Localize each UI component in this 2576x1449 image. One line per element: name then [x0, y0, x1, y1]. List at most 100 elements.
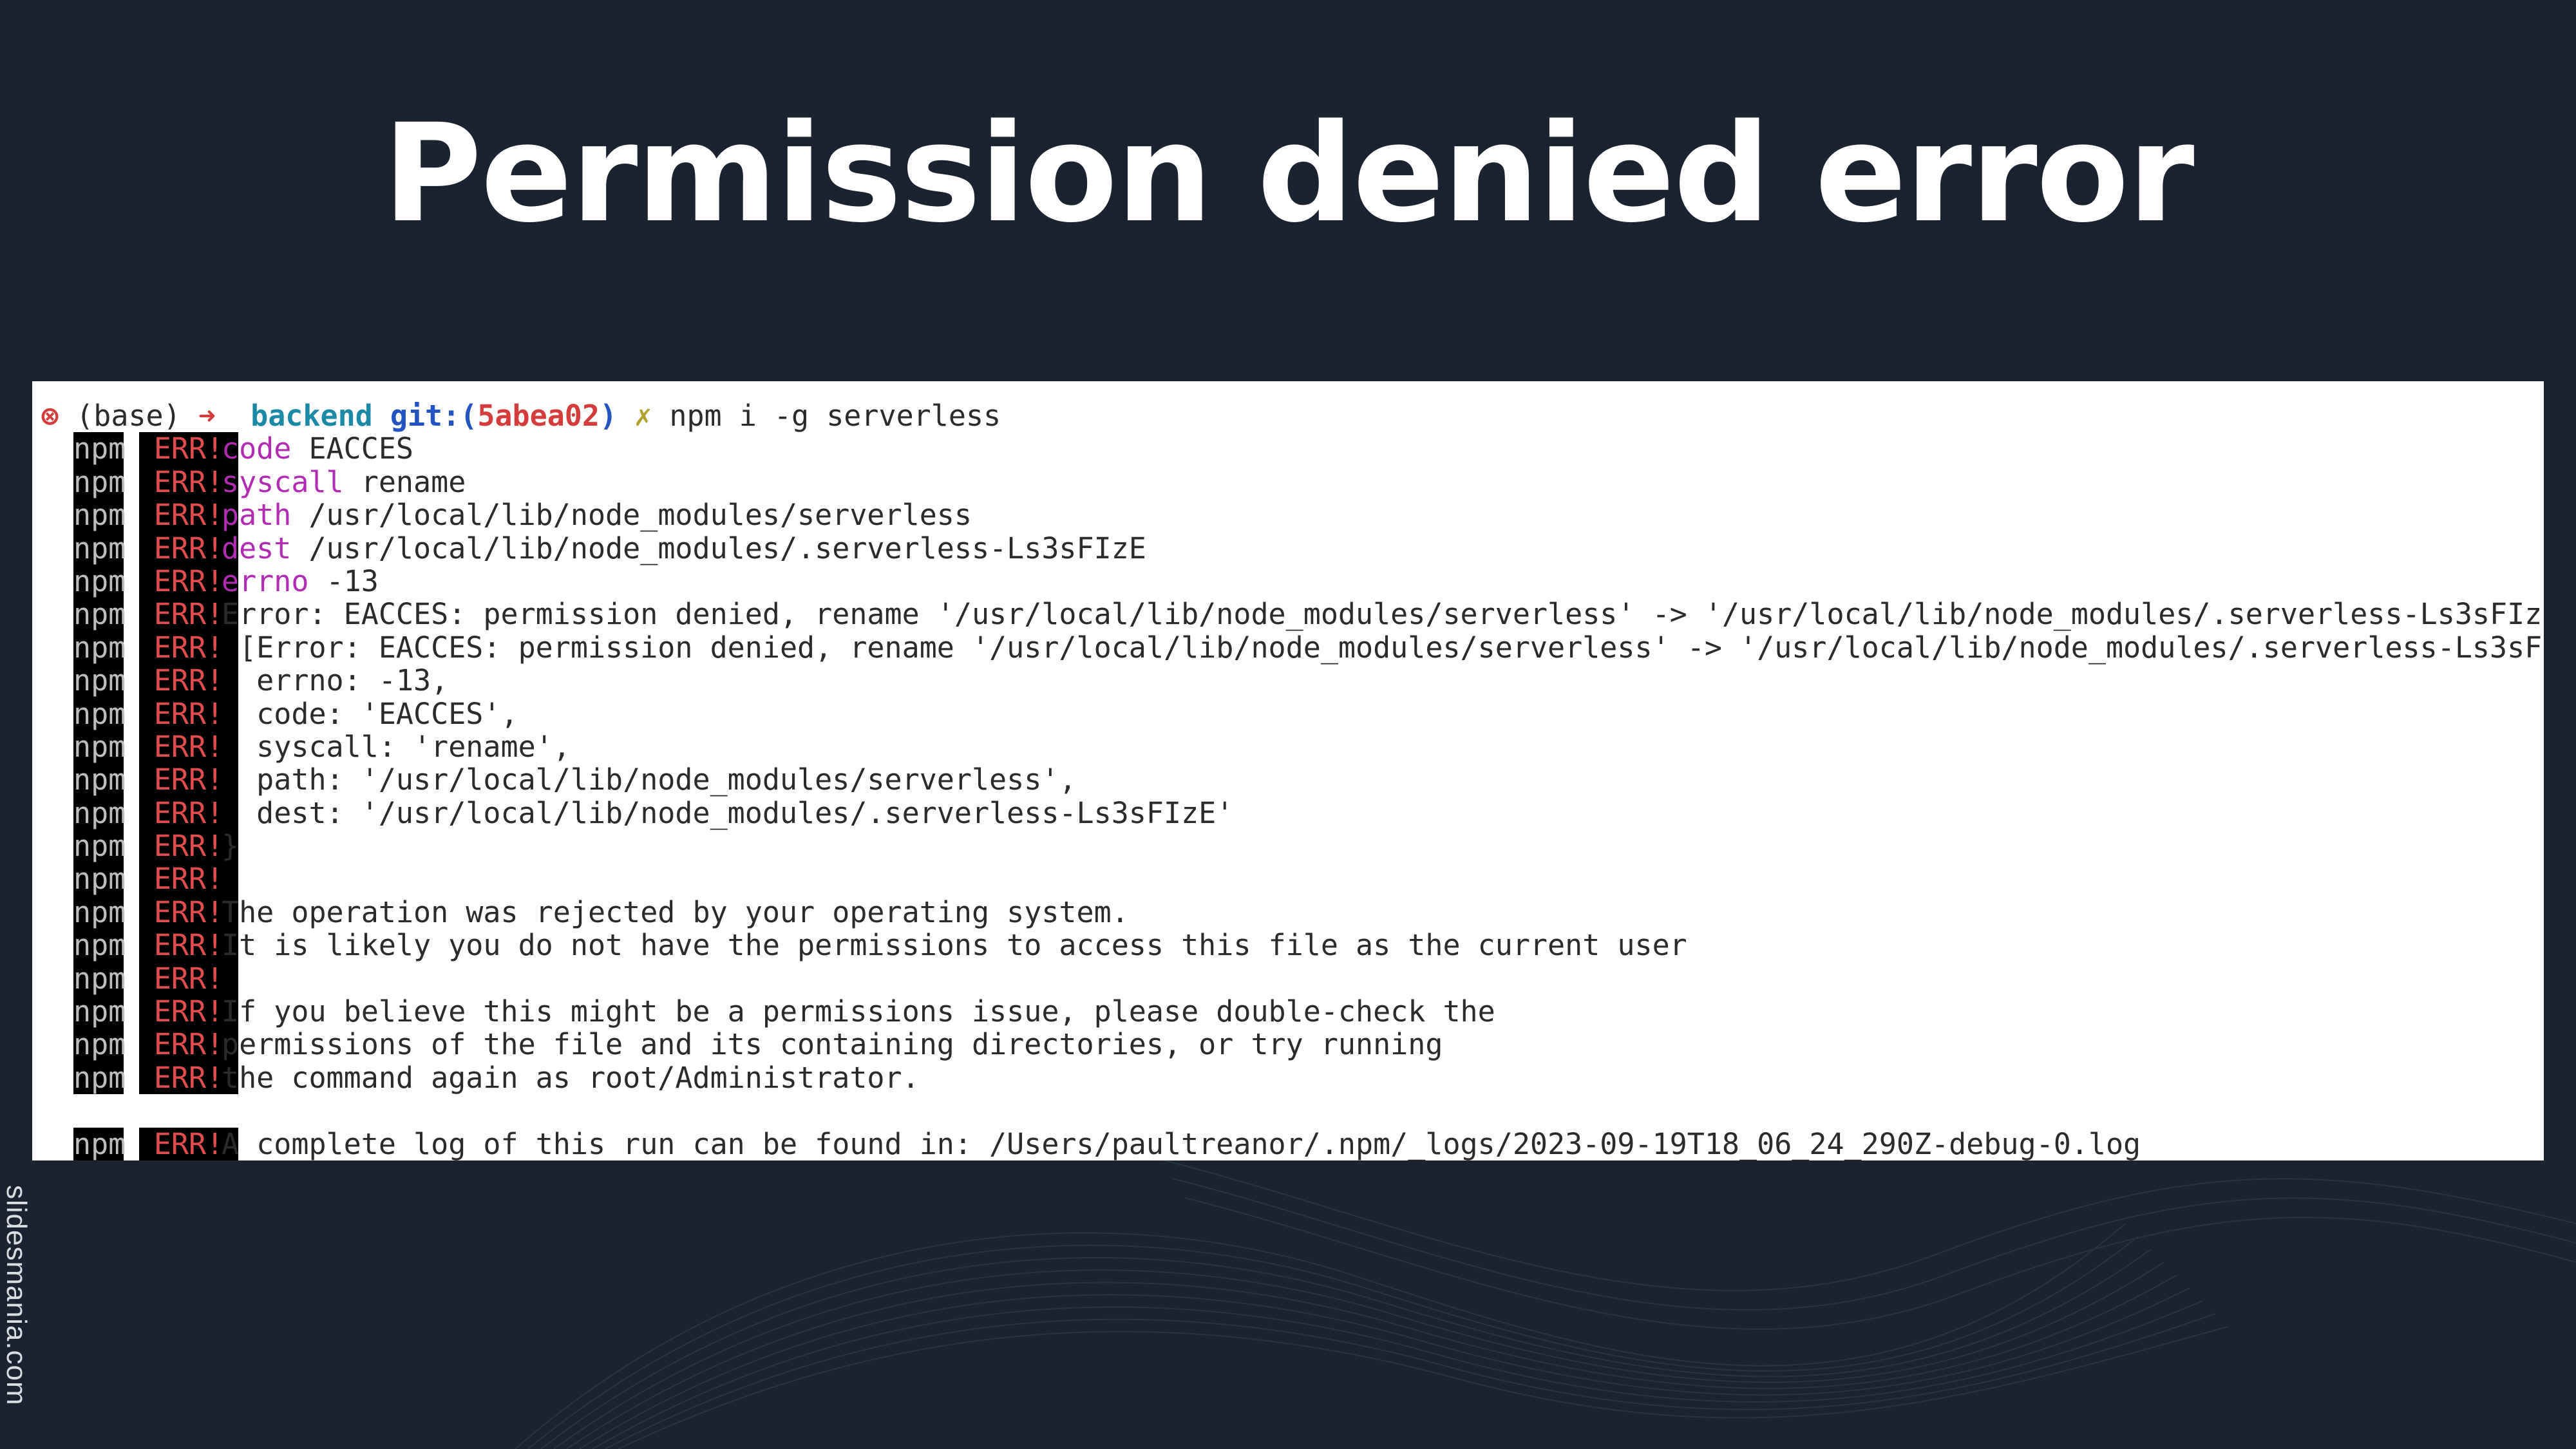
- error-line: npm ERR! The operation was rejected by you…: [32, 895, 2544, 929]
- log-line: npm ERR! A complete log of this run can …: [32, 1126, 2544, 1160]
- npm-tag: npm: [73, 862, 126, 896]
- git-close: ): [600, 399, 618, 433]
- error-line: npm ERR! code: 'EACCES',: [32, 697, 2544, 730]
- error-key: path: [222, 498, 292, 533]
- watermark-text: slidesmania.com: [1, 1185, 32, 1406]
- error-message: permissions of the file and its containi…: [222, 1028, 1443, 1061]
- npm-tag: npm: [73, 1027, 126, 1062]
- npm-tag: npm: [73, 597, 126, 632]
- error-line: npm ERR!}: [32, 829, 2544, 862]
- error-text: code: 'EACCES',: [222, 696, 518, 731]
- npm-tag: npm: [73, 531, 126, 565]
- error-text: /usr/local/lib/node_modules/serverless: [291, 498, 972, 533]
- error-message: path: '/usr/local/lib/node_modules/serve…: [222, 762, 1077, 797]
- npm-tag: npm: [73, 994, 126, 1029]
- error-text: Error: EACCES: permission denied, rename…: [222, 597, 2544, 632]
- error-line: npm ERR!: [32, 862, 2544, 896]
- error-message: errno -13: [222, 565, 379, 598]
- error-line: npm ERR! [Error: EACCES: permission denie…: [32, 630, 2544, 665]
- error-text: permissions of the file and its containi…: [222, 1027, 1443, 1062]
- prompt-line: ⊗ (base) ➜ backend git:(5abea02) ✗ npm i…: [32, 399, 2544, 432]
- error-line: npm ERR! dest /usr/local/lib/node_modules/…: [32, 531, 2544, 565]
- npm-tag: npm: [73, 431, 126, 466]
- error-key: errno: [222, 564, 309, 598]
- error-key: syscall: [222, 464, 344, 499]
- error-message: The operation was rejected by your opera…: [222, 896, 1129, 929]
- error-text: [Error: EACCES: permission denied, renam…: [222, 630, 2544, 665]
- git-label: git:(: [390, 399, 478, 433]
- error-message: dest /usr/local/lib/node_modules/.server…: [222, 531, 1146, 565]
- log-message: A complete log of this run can be found …: [222, 1126, 2141, 1160]
- git-hash: 5abea02: [477, 399, 600, 433]
- error-message: syscall: 'rename',: [222, 730, 571, 763]
- error-message: path /usr/local/lib/node_modules/serverl…: [222, 498, 972, 531]
- npm-tag: npm: [73, 564, 126, 598]
- error-line: npm ERR! code EACCES: [32, 431, 2544, 466]
- prompt: ⊗ (base) ➜ backend git:(5abea02) ✗ npm i…: [41, 399, 1001, 432]
- error-text: errno: -13,: [222, 663, 449, 698]
- error-text: EACCES: [291, 431, 414, 466]
- watermark: slidesmania.com: [1, 1185, 32, 1430]
- arrow-icon: ➜: [198, 399, 216, 433]
- npm-tag: npm: [73, 498, 126, 533]
- terminal-screenshot: ⊗ (base) ➜ backend git:(5abea02) ✗ npm i…: [32, 381, 2544, 1160]
- npm-tag: npm: [73, 795, 126, 830]
- error-text: -13: [308, 564, 379, 598]
- error-line: npm ERR! permissions of the file and its c…: [32, 1028, 2544, 1061]
- error-line: npm ERR! dest: '/usr/local/lib/node_modul…: [32, 795, 2544, 830]
- error-key: dest: [222, 531, 292, 565]
- error-line: npm ERR! errno: -13,: [32, 664, 2544, 697]
- error-line: npm ERR! the command again as root/Adminis…: [32, 1061, 2544, 1094]
- error-text: }: [222, 829, 240, 864]
- conda-env: (base): [59, 399, 198, 433]
- error-line: npm ERR! errno -13: [32, 565, 2544, 598]
- error-text: dest: '/usr/local/lib/node_modules/.serv…: [222, 795, 1234, 830]
- error-message: }: [222, 829, 239, 862]
- npm-tag: npm: [73, 1126, 126, 1160]
- error-line: npm ERR! path /usr/local/lib/node_modules/…: [32, 498, 2544, 533]
- error-message: code: 'EACCES',: [222, 697, 518, 730]
- error-status-icon: ⊗: [41, 399, 59, 433]
- error-text: the command again as root/Administrator.: [222, 1060, 920, 1095]
- error-text: It is likely you do not have the permiss…: [222, 928, 1687, 963]
- error-message: [Error: EACCES: permission denied, renam…: [222, 631, 2544, 664]
- err-tag: ERR!: [139, 862, 238, 896]
- error-text: path: '/usr/local/lib/node_modules/serve…: [222, 762, 1077, 797]
- command-text: npm i -g serverless: [669, 399, 1001, 433]
- npm-tag: npm: [73, 928, 126, 963]
- npm-tag: npm: [73, 696, 126, 731]
- npm-tag: npm: [73, 895, 126, 929]
- error-line: npm ERR! It is likely you do not have the …: [32, 928, 2544, 963]
- error-text: /usr/local/lib/node_modules/.serverless-…: [291, 531, 1146, 565]
- error-message: the command again as root/Administrator.: [222, 1061, 920, 1094]
- error-text: If you believe this might be a permissio…: [222, 994, 1495, 1029]
- error-text: The operation was rejected by your opera…: [222, 895, 1129, 929]
- error-message: dest: '/usr/local/lib/node_modules/.serv…: [222, 795, 1234, 830]
- npm-tag: npm: [73, 1060, 126, 1095]
- npm-tag: npm: [73, 630, 126, 665]
- error-line: npm ERR! syscall: 'rename',: [32, 730, 2544, 763]
- npm-tag: npm: [73, 961, 126, 996]
- error-line: npm ERR!: [32, 961, 2544, 996]
- npm-tag: npm: [73, 464, 126, 499]
- error-line: npm ERR! syscall rename: [32, 464, 2544, 499]
- error-line: npm ERR! path: '/usr/local/lib/node_modul…: [32, 762, 2544, 797]
- error-line: npm ERR! Error: EACCES: permission denied,…: [32, 597, 2544, 632]
- err-tag: ERR!: [139, 961, 238, 995]
- error-message: syscall rename: [222, 466, 466, 498]
- error-message: It is likely you do not have the permiss…: [222, 929, 1687, 961]
- npm-tag: npm: [73, 829, 126, 864]
- npm-tag: npm: [73, 663, 126, 698]
- current-directory: backend: [215, 399, 390, 433]
- error-message: Error: EACCES: permission denied, rename…: [222, 598, 2544, 630]
- error-line: npm ERR! If you believe this might be a pe…: [32, 995, 2544, 1028]
- error-text: rename: [343, 464, 466, 499]
- error-output: npm ERR! code EACCES npm ERR! syscall rename n…: [32, 432, 2544, 1094]
- slide-title: Permission denied error: [383, 95, 2194, 252]
- error-text: syscall: 'rename',: [222, 729, 571, 764]
- error-message: If you believe this might be a permissio…: [222, 995, 1495, 1028]
- dirty-mark-icon: ✗: [617, 399, 670, 433]
- error-message: errno: -13,: [222, 664, 448, 697]
- error-key: code: [222, 431, 292, 466]
